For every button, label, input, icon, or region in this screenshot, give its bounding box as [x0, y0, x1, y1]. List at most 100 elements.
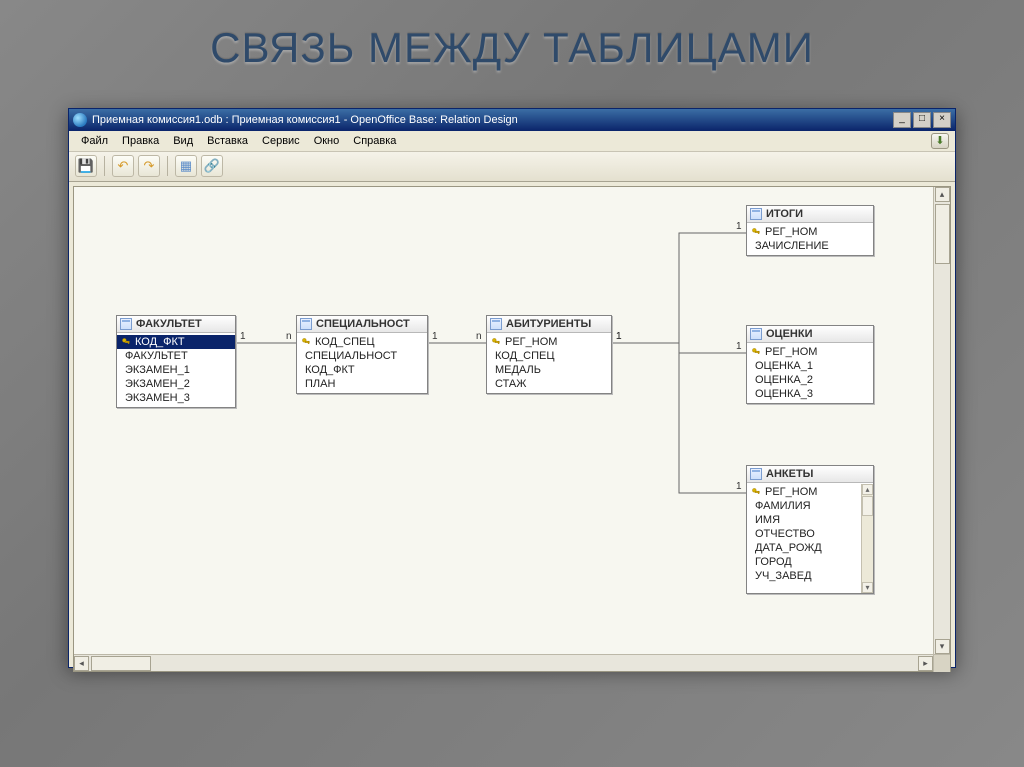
scroll-left-icon[interactable]: ◂	[74, 656, 89, 671]
scroll-down-icon[interactable]: ▾	[935, 639, 950, 654]
field-ocenki-ОЦЕНКА_2[interactable]: ОЦЕНКА_2	[747, 373, 873, 387]
table-body: КОД_ФКТФАКУЛЬТЕТЭКЗАМЕН_1ЭКЗАМЕН_2ЭКЗАМЕ…	[117, 333, 235, 407]
menu-overflow-icon[interactable]: ⬇	[931, 133, 949, 149]
key-icon	[751, 347, 761, 357]
field-ankety-ГОРОД[interactable]: ГОРОД	[747, 555, 861, 569]
table-header[interactable]: АНКЕТЫ	[747, 466, 873, 483]
field-abitur-СТАЖ[interactable]: СТАЖ	[487, 377, 611, 391]
table-fakultet[interactable]: ФАКУЛЬТЕТКОД_ФКТФАКУЛЬТЕТЭКЗАМЕН_1ЭКЗАМЕ…	[116, 315, 236, 408]
field-speciality-СПЕЦИАЛЬНОСТ[interactable]: СПЕЦИАЛЬНОСТ	[297, 349, 427, 363]
table-title: ФАКУЛЬТЕТ	[136, 318, 202, 330]
field-fakultet-КОД_ФКТ[interactable]: КОД_ФКТ	[117, 335, 235, 349]
field-ocenki-РЕГ_НОМ[interactable]: РЕГ_НОМ	[747, 345, 873, 359]
table-mini-scrollbar[interactable]: ▴▾	[861, 484, 873, 593]
table-itogi[interactable]: ИТОГИ РЕГ_НОМ ЗАЧИСЛЕНИЕ	[746, 205, 874, 256]
table-header[interactable]: ИТОГИ	[747, 206, 873, 223]
field-label: ФАМИЛИЯ	[755, 500, 811, 512]
field-itogi-РЕГ_НОМ[interactable]: РЕГ_НОМ	[747, 225, 873, 239]
field-ankety-ДАТА_РОЖД[interactable]: ДАТА_РОЖД	[747, 541, 861, 555]
table-icon	[490, 318, 502, 330]
svg-text:1: 1	[736, 481, 742, 492]
menu-insert[interactable]: Вставка	[201, 133, 254, 149]
maximize-button[interactable]: □	[913, 112, 931, 128]
field-ocenki-ОЦЕНКА_3[interactable]: ОЦЕНКА_3	[747, 387, 873, 401]
save-icon[interactable]: 💾	[75, 155, 97, 177]
close-button[interactable]: ×	[933, 112, 951, 128]
horizontal-scrollbar[interactable]: ◂ ▸	[74, 654, 950, 671]
menu-tools[interactable]: Сервис	[256, 133, 306, 149]
slide-title: СВЯЗЬ МЕЖДУ ТАБЛИЦАМИ	[0, 0, 1024, 82]
table-body: РЕГ_НОМОЦЕНКА_1ОЦЕНКА_2ОЦЕНКА_3	[747, 343, 873, 403]
minimize-button[interactable]: _	[893, 112, 911, 128]
table-header[interactable]: СПЕЦИАЛЬНОСТ	[297, 316, 427, 333]
field-speciality-КОД_ФКТ[interactable]: КОД_ФКТ	[297, 363, 427, 377]
add-relation-icon[interactable]: 🔗	[201, 155, 223, 177]
field-ankety-ОТЧЕСТВО[interactable]: ОТЧЕСТВО	[747, 527, 861, 541]
field-fakultet-ЭКЗАМЕН_2[interactable]: ЭКЗАМЕН_2	[117, 377, 235, 391]
svg-text:1: 1	[432, 331, 438, 342]
field-itogi-ЗАЧИСЛЕНИЕ[interactable]: ЗАЧИСЛЕНИЕ	[747, 239, 873, 253]
table-body: КОД_СПЕЦСПЕЦИАЛЬНОСТКОД_ФКТ ПЛАН	[297, 333, 427, 393]
svg-text:1: 1	[736, 341, 742, 352]
vertical-scrollbar[interactable]: ▴ ▾	[933, 187, 950, 654]
scroll-up-icon[interactable]: ▴	[935, 187, 950, 202]
field-ankety-ИМЯ[interactable]: ИМЯ	[747, 513, 861, 527]
titlebar[interactable]: Приемная комиссия1.odb : Приемная комисс…	[69, 109, 955, 131]
scroll-right-icon[interactable]: ▸	[918, 656, 933, 671]
redo-icon[interactable]: ↷	[138, 155, 160, 177]
menu-help[interactable]: Справка	[347, 133, 402, 149]
field-ankety-ФАМИЛИЯ[interactable]: ФАМИЛИЯ	[747, 499, 861, 513]
svg-text:1: 1	[616, 331, 622, 342]
field-speciality-КОД_СПЕЦ[interactable]: КОД_СПЕЦ	[297, 335, 427, 349]
table-title: АНКЕТЫ	[766, 468, 813, 480]
table-abitur[interactable]: АБИТУРИЕНТЫ РЕГ_НОМКОД_СПЕЦМЕДАЛЬСТАЖ	[486, 315, 612, 394]
field-fakultet-ЭКЗАМЕН_1[interactable]: ЭКЗАМЕН_1	[117, 363, 235, 377]
field-ankety-РЕГ_НОМ[interactable]: РЕГ_НОМ	[747, 485, 861, 499]
undo-icon[interactable]: ↶	[112, 155, 134, 177]
toolbar-separator	[167, 156, 168, 176]
field-speciality-ПЛАН[interactable]: ПЛАН	[297, 377, 427, 391]
field-label: ЗАЧИСЛЕНИЕ	[755, 240, 829, 252]
field-label: РЕГ_НОМ	[765, 346, 817, 358]
field-label: КОД_СПЕЦ	[315, 336, 375, 348]
table-icon	[300, 318, 312, 330]
field-label: РЕГ_НОМ	[765, 226, 817, 238]
menu-window[interactable]: Окно	[308, 133, 346, 149]
scroll-thumb[interactable]	[91, 656, 151, 671]
table-icon	[750, 208, 762, 220]
field-label: КОД_СПЕЦ	[495, 350, 555, 362]
table-body: РЕГ_НОМ ФАМИЛИЯ ИМЯОТЧЕСТВОДАТА_РОЖДГОРОДУ…	[747, 483, 873, 593]
table-speciality[interactable]: СПЕЦИАЛЬНОСТКОД_СПЕЦСПЕЦИАЛЬНОСТКОД_ФКТП…	[296, 315, 428, 394]
table-ankety[interactable]: АНКЕТЫ РЕГ_НОМ ФАМИЛИЯ ИМЯОТЧЕСТВОДАТА_РОЖД…	[746, 465, 874, 594]
key-icon	[121, 337, 131, 347]
table-header[interactable]: ОЦЕНКИ	[747, 326, 873, 343]
table-title: АБИТУРИЕНТЫ	[506, 318, 591, 330]
field-abitur-РЕГ_НОМ[interactable]: РЕГ_НОМ	[487, 335, 611, 349]
menu-edit[interactable]: Правка	[116, 133, 165, 149]
menu-view[interactable]: Вид	[167, 133, 199, 149]
table-icon	[750, 468, 762, 480]
menu-file[interactable]: Файл	[75, 133, 114, 149]
field-label: КОД_ФКТ	[305, 364, 355, 376]
field-fakultet-ЭКЗАМЕН_3[interactable]: ЭКЗАМЕН_3	[117, 391, 235, 405]
field-label: ПЛАН	[305, 378, 335, 390]
table-ocenki[interactable]: ОЦЕНКИРЕГ_НОМОЦЕНКА_1ОЦЕНКА_2ОЦЕНКА_3	[746, 325, 874, 404]
add-table-icon[interactable]: ▦	[175, 155, 197, 177]
field-ankety-УЧ_ЗАВЕД[interactable]: УЧ_ЗАВЕД	[747, 569, 861, 583]
field-abitur-КОД_СПЕЦ[interactable]: КОД_СПЕЦ	[487, 349, 611, 363]
svg-text:1: 1	[240, 331, 246, 342]
scroll-thumb[interactable]	[935, 204, 950, 264]
table-header[interactable]: ФАКУЛЬТЕТ	[117, 316, 235, 333]
field-label: ИМЯ	[755, 514, 780, 526]
toolbar: 💾 ↶ ↷ ▦ 🔗	[69, 152, 955, 182]
svg-text:n: n	[476, 331, 482, 342]
field-label: ДАТА_РОЖД	[755, 542, 822, 554]
field-abitur-МЕДАЛЬ[interactable]: МЕДАЛЬ	[487, 363, 611, 377]
table-header[interactable]: АБИТУРИЕНТЫ	[487, 316, 611, 333]
field-ocenki-ОЦЕНКА_1[interactable]: ОЦЕНКА_1	[747, 359, 873, 373]
window-title: Приемная комиссия1.odb : Приемная комисс…	[92, 114, 893, 126]
relation-canvas[interactable]: 1n1n111111 ФАКУЛЬТЕТКОД_ФКТФАКУЛЬТЕТЭКЗА…	[74, 187, 933, 654]
svg-text:1: 1	[616, 331, 622, 342]
field-label: РЕГ_НОМ	[765, 486, 817, 498]
field-fakultet-ФАКУЛЬТЕТ[interactable]: ФАКУЛЬТЕТ	[117, 349, 235, 363]
